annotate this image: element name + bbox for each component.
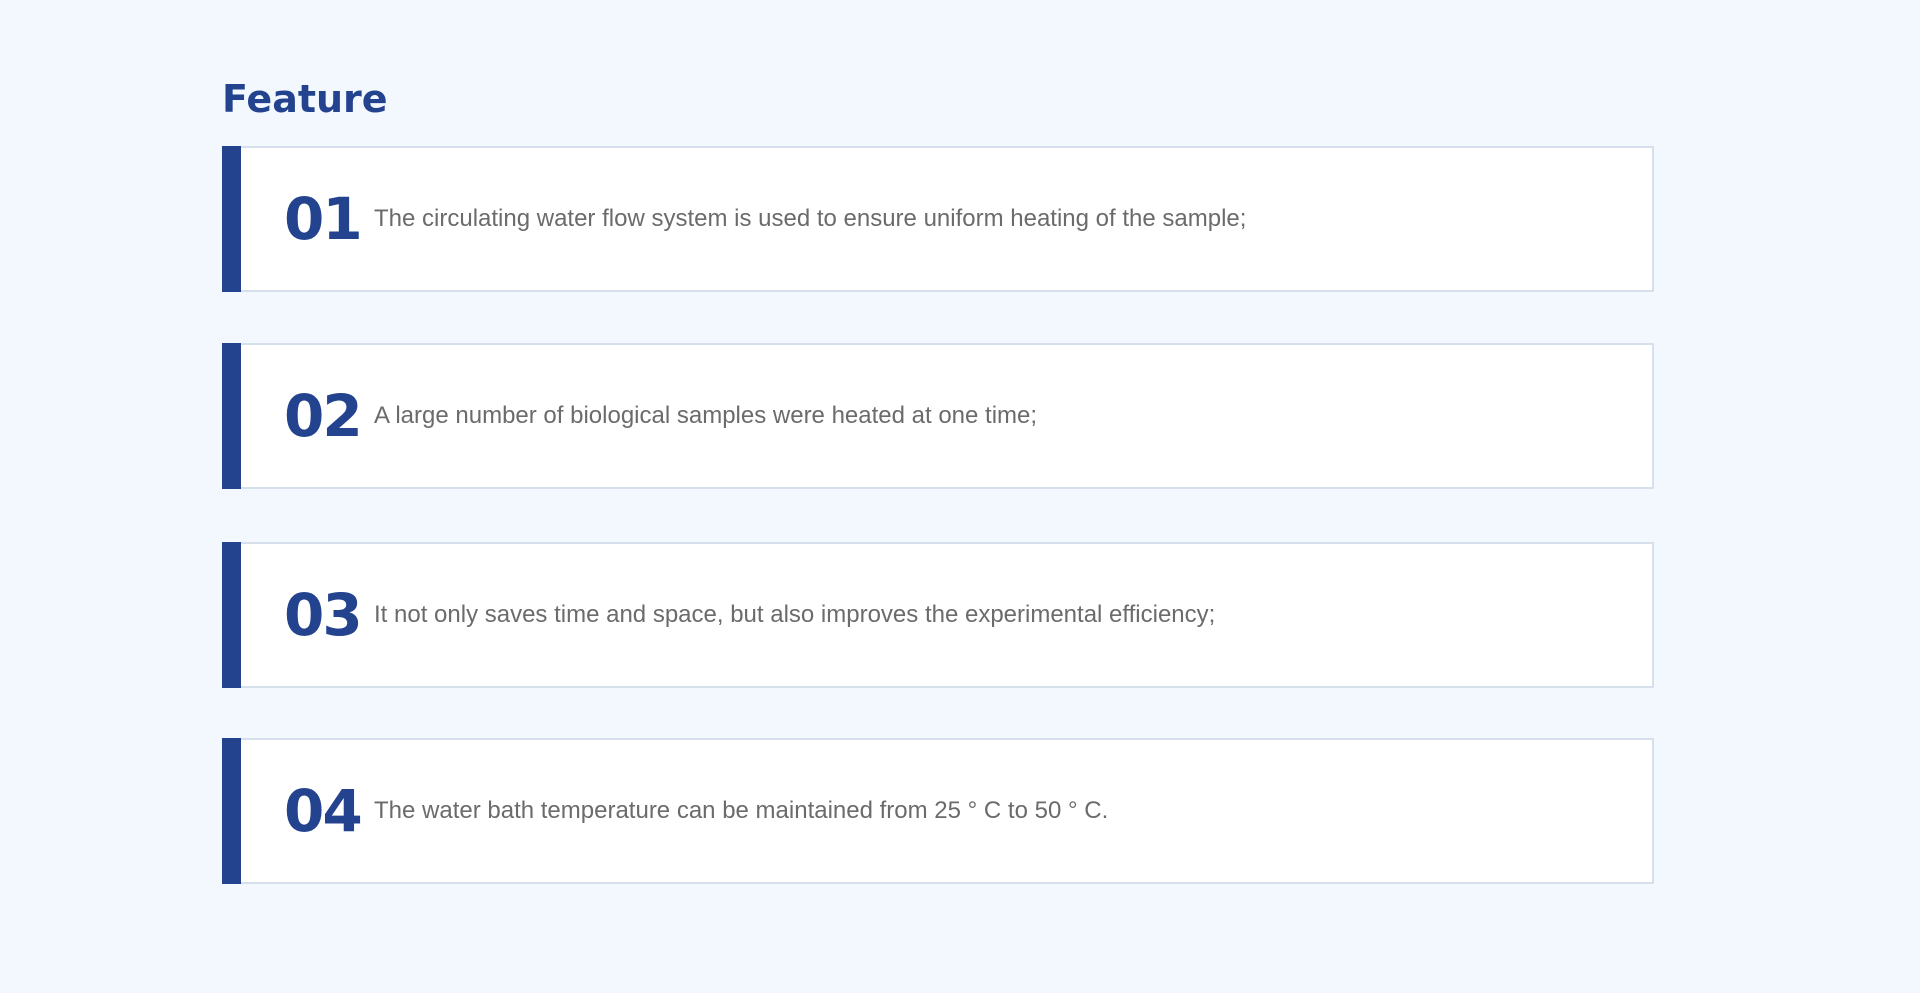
feature-section: Feature 01 The circulating water flow sy… bbox=[222, 72, 1654, 884]
feature-text: The circulating water flow system is use… bbox=[374, 205, 1247, 232]
feature-text: A large number of biological samples wer… bbox=[374, 402, 1038, 429]
accent-bar bbox=[222, 343, 241, 489]
feature-text: It not only saves time and space, but al… bbox=[374, 601, 1216, 628]
feature-card-02: 02 A large number of biological samples … bbox=[222, 343, 1654, 489]
feature-number: 03 bbox=[284, 581, 363, 649]
accent-bar bbox=[222, 542, 241, 688]
feature-text: The water bath temperature can be mainta… bbox=[374, 797, 1109, 824]
accent-bar bbox=[222, 146, 241, 292]
feature-number: 04 bbox=[284, 777, 363, 845]
feature-number: 01 bbox=[284, 185, 363, 253]
section-title: Feature bbox=[222, 77, 388, 121]
feature-card-01: 01 The circulating water flow system is … bbox=[222, 146, 1654, 292]
feature-list: 01 The circulating water flow system is … bbox=[222, 146, 1654, 884]
accent-bar bbox=[222, 738, 241, 884]
feature-card-04: 04 The water bath temperature can be mai… bbox=[222, 738, 1654, 884]
feature-card-03: 03 It not only saves time and space, but… bbox=[222, 542, 1654, 688]
feature-number: 02 bbox=[284, 382, 363, 450]
